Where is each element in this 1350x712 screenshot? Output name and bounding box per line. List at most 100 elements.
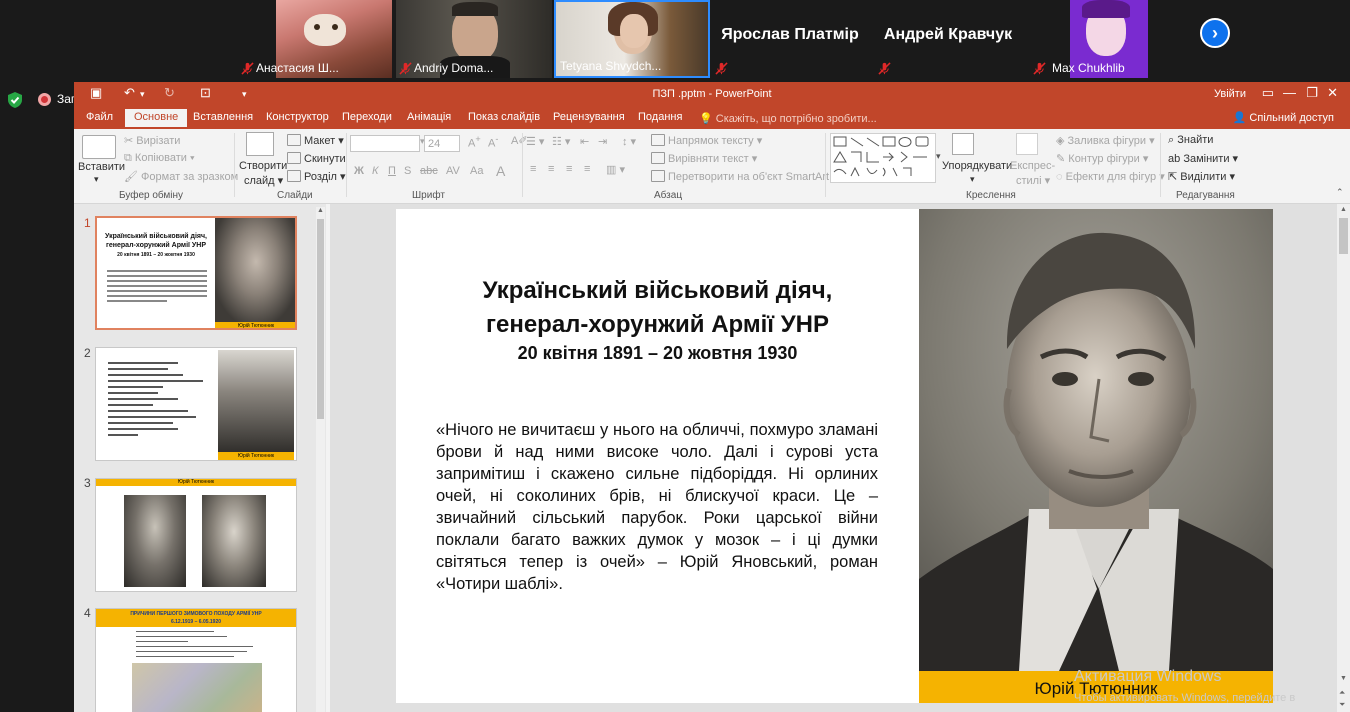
- restore-icon[interactable]: ❐: [1306, 85, 1318, 101]
- layout-label: Макет: [304, 135, 336, 147]
- shadow-button[interactable]: S: [404, 165, 411, 177]
- increase-font-icon[interactable]: A+: [468, 134, 481, 150]
- quick-styles-icon[interactable]: [1016, 133, 1038, 155]
- minimize-icon[interactable]: —: [1283, 85, 1296, 100]
- new-slide-button[interactable]: Створити: [239, 160, 287, 172]
- new-slide-button-line2[interactable]: слайд ▾: [244, 174, 283, 187]
- character-spacing-icon[interactable]: AV: [446, 165, 460, 177]
- cut-button[interactable]: ✂ Вирізати: [124, 134, 180, 147]
- decrease-indent-icon[interactable]: ⇤: [580, 135, 589, 148]
- arrange-button[interactable]: Упорядкувати: [942, 160, 1012, 172]
- paste-dropdown-icon[interactable]: ▾: [94, 174, 99, 185]
- slide-thumbnail-4[interactable]: ПРИЧИНИ ПЕРШОГО ЗИМОВОГО ПОХОДУ АРМІЇ УН…: [95, 608, 297, 712]
- align-left-icon[interactable]: ≡: [530, 163, 536, 175]
- thumbnails-scrollbar[interactable]: ▲: [316, 207, 325, 712]
- font-color-icon[interactable]: A: [496, 163, 505, 179]
- previous-slide-icon[interactable]: ⏶: [1339, 688, 1345, 698]
- convert-smartart-button[interactable]: Перетворити на об'єкт SmartArt ▾: [651, 170, 838, 183]
- arrange-dropdown-icon[interactable]: ▾: [970, 174, 975, 185]
- new-slide-dropdown-icon: ▾: [277, 175, 284, 187]
- bold-button[interactable]: Ж: [354, 165, 364, 177]
- sign-in-link[interactable]: Увійти: [1214, 88, 1246, 100]
- participant-tile[interactable]: Ярослав Платмір: [712, 0, 868, 78]
- tab-home[interactable]: Основне: [125, 109, 188, 127]
- thumbnails-scroll-thumb[interactable]: [317, 219, 324, 419]
- change-case-icon[interactable]: Aa: [470, 165, 483, 177]
- shape-outline-button[interactable]: ✎ Контур фігури ▾: [1056, 152, 1148, 165]
- numbering-icon[interactable]: ☷ ▾: [552, 135, 570, 148]
- participant-tile[interactable]: Анастасия Ш...: [238, 0, 394, 78]
- collapse-ribbon-icon[interactable]: ⌃: [1336, 187, 1344, 198]
- scroll-down-icon[interactable]: ▼: [1340, 675, 1347, 682]
- underline-button[interactable]: П: [388, 165, 396, 177]
- tab-view[interactable]: Подання: [638, 111, 682, 123]
- justify-icon[interactable]: ≡: [584, 163, 590, 175]
- shape-fill-button[interactable]: ◈ Заливка фігури ▾: [1056, 134, 1155, 147]
- quick-styles-button[interactable]: Експрес-: [1010, 160, 1055, 172]
- replace-button[interactable]: ab Замінити ▾: [1168, 152, 1238, 165]
- participant-tile-active-speaker[interactable]: Tetyana Shvydch...: [554, 0, 710, 78]
- security-shield-icon[interactable]: [6, 91, 24, 109]
- scroll-up-icon[interactable]: ▲: [317, 207, 324, 214]
- participant-tile[interactable]: Max Chukhlib: [1030, 0, 1186, 78]
- canvas-scroll-thumb[interactable]: [1339, 218, 1348, 254]
- tell-me-text: Скажіть, що потрібно зробити...: [715, 113, 877, 125]
- mic-muted-icon: [1033, 62, 1046, 75]
- next-slide-icon[interactable]: ⏷: [1339, 700, 1345, 710]
- thumb-text-lines: [136, 631, 266, 661]
- tell-me-search[interactable]: 💡 Скажіть, що потрібно зробити...: [699, 112, 877, 125]
- tab-file[interactable]: Файл: [86, 111, 113, 123]
- current-slide[interactable]: Український військовий діяч, генерал-хор…: [396, 209, 1273, 703]
- shapes-gallery[interactable]: [830, 133, 936, 183]
- tab-transitions[interactable]: Переходи: [342, 111, 392, 123]
- font-size-input[interactable]: 24: [424, 135, 460, 152]
- thumb-dates: 6.12.1919 – 6.05.1920: [170, 619, 222, 625]
- participant-tile[interactable]: Andriy Doma...: [396, 0, 552, 78]
- new-slide-icon[interactable]: [246, 132, 274, 156]
- select-button[interactable]: ⇱ Виділити ▾: [1168, 170, 1235, 183]
- section-button[interactable]: Розділ ▾: [287, 170, 346, 183]
- thumb-text-lines: [107, 270, 207, 302]
- strikethrough-button[interactable]: abc: [420, 165, 438, 177]
- copy-button[interactable]: ⧉ Копіювати ▾: [124, 152, 195, 165]
- find-button[interactable]: ⌕ Знайти: [1168, 134, 1213, 147]
- tab-design[interactable]: Конструктор: [266, 111, 329, 123]
- participant-name: Andriy Doma...: [414, 61, 494, 75]
- slide-thumbnail-1[interactable]: Український військовий діяч, генерал-хор…: [95, 216, 297, 330]
- ribbon-display-options-icon[interactable]: ▭: [1262, 85, 1274, 101]
- slide-dates: 20 квітня 1891 – 20 жовтня 1930: [517, 343, 798, 363]
- paste-icon[interactable]: [82, 135, 116, 159]
- shape-effects-button[interactable]: ◌ Ефекти для фігур ▾: [1056, 170, 1165, 183]
- tab-review[interactable]: Рецензування: [553, 111, 625, 123]
- align-text-button[interactable]: Вирівняти текст ▾: [651, 152, 757, 165]
- tab-insert[interactable]: Вставлення: [193, 111, 253, 123]
- columns-icon[interactable]: ▥ ▾: [606, 163, 625, 176]
- shapes-more-icon[interactable]: ▾: [936, 151, 941, 162]
- increase-indent-icon[interactable]: ⇥: [598, 135, 607, 148]
- line-spacing-icon[interactable]: ↕ ▾: [622, 135, 636, 148]
- tab-slideshow[interactable]: Показ слайдів: [468, 111, 540, 123]
- convert-smartart-label: Перетворити на об'єкт SmartArt: [668, 171, 830, 183]
- align-right-icon[interactable]: ≡: [566, 163, 572, 175]
- slide-thumbnail-3[interactable]: Юрій Тютюнник: [95, 478, 297, 592]
- next-page-button[interactable]: ›: [1200, 18, 1230, 48]
- bullets-icon[interactable]: ☰ ▾: [526, 135, 544, 148]
- arrange-icon[interactable]: [952, 133, 974, 155]
- scroll-up-icon[interactable]: ▲: [1340, 206, 1347, 213]
- close-icon[interactable]: ✕: [1327, 85, 1338, 101]
- layout-button[interactable]: Макет ▾: [287, 134, 344, 147]
- text-direction-button[interactable]: Напрямок тексту ▾: [651, 134, 762, 147]
- reset-button[interactable]: Скинути: [287, 152, 346, 165]
- paste-button[interactable]: Вставити: [78, 161, 125, 173]
- tab-animations[interactable]: Анімація: [407, 111, 451, 123]
- italic-button[interactable]: К: [372, 165, 378, 177]
- participant-tile[interactable]: Андрей Кравчук: [870, 0, 1026, 78]
- font-name-input[interactable]: [350, 135, 420, 152]
- canvas-scrollbar[interactable]: ▲ ▼ ⏶ ⏷: [1337, 204, 1350, 712]
- format-painter-button[interactable]: 🖌 Формат за зразком: [124, 170, 238, 183]
- slide-thumbnail-2[interactable]: Юрій Тютюнник: [95, 347, 297, 461]
- align-center-icon[interactable]: ≡: [548, 163, 554, 175]
- decrease-font-icon[interactable]: A-: [488, 134, 498, 150]
- quick-styles-button-line2[interactable]: стилі ▾: [1016, 174, 1050, 187]
- share-button[interactable]: 👤 Спільний доступ: [1233, 111, 1334, 124]
